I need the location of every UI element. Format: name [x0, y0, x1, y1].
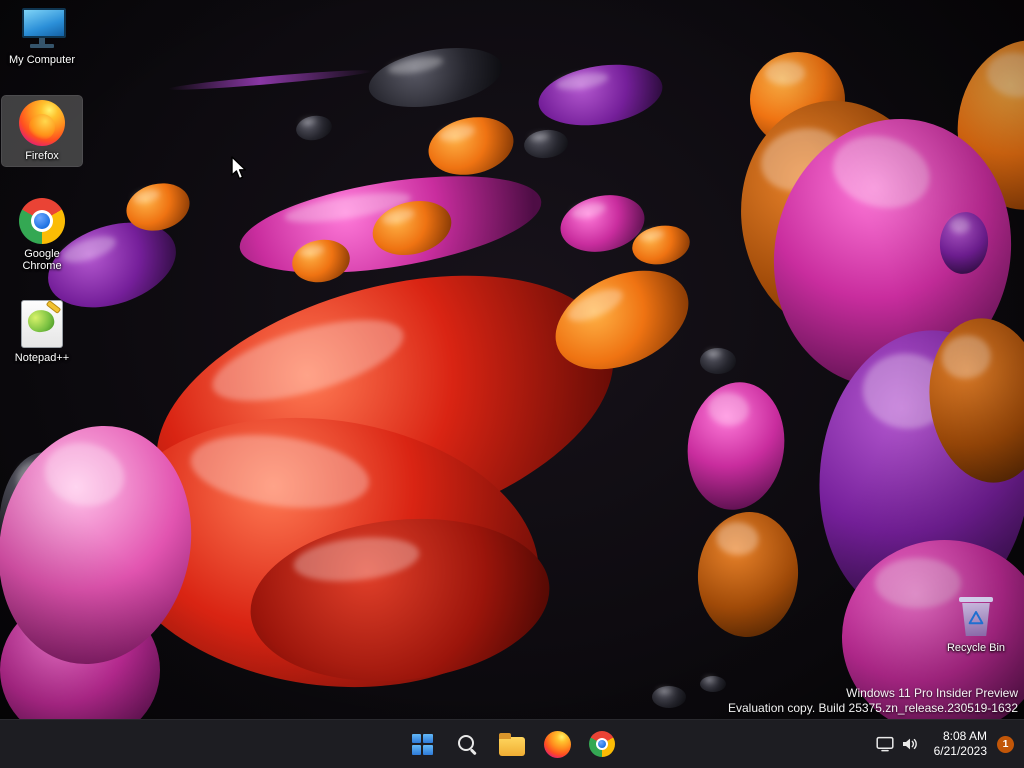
start-square [411, 745, 421, 755]
file-explorer-button[interactable] [492, 724, 532, 764]
wallpaper-blob [700, 676, 726, 692]
notepadpp-icon [21, 300, 63, 348]
start-square [423, 745, 433, 755]
desktop-icon-label: Notepad++ [14, 352, 70, 364]
desktop-icon-label: Google Chrome [22, 248, 62, 272]
chrome-icon-ring [30, 209, 54, 233]
speaker-icon [902, 738, 917, 750]
taskbar: 8:08 AM 6/21/2023 1 [0, 719, 1024, 768]
clock[interactable]: 8:08 AM 6/21/2023 [926, 729, 995, 759]
firefox-icon [19, 100, 65, 146]
wallpaper-blob [534, 56, 667, 134]
start-square [423, 733, 433, 743]
start-square [411, 733, 421, 743]
windows-desktop: My Computer Firefox Google Chrome Notepa… [0, 0, 1024, 768]
taskbar-firefox-button[interactable] [537, 724, 577, 764]
taskbar-chrome-button[interactable] [582, 724, 622, 764]
recycle-arrows-icon [968, 611, 984, 625]
computer-icon [19, 8, 66, 50]
evaluation-watermark: Windows 11 Pro Insider Preview Evaluatio… [728, 686, 1018, 716]
wallpaper-blob [693, 508, 803, 641]
folder-icon [499, 732, 525, 756]
desktop-icon-label: Recycle Bin [946, 642, 1006, 654]
desktop-icon-google-chrome[interactable]: Google Chrome [2, 194, 82, 276]
desktop-icon-firefox[interactable]: Firefox [1, 95, 83, 167]
wallpaper-blob [423, 109, 519, 183]
watermark-line2: Evaluation copy. Build 25375.zn_release.… [728, 701, 1018, 715]
chrome-icon-center [597, 739, 607, 749]
notification-badge[interactable]: 1 [997, 735, 1014, 753]
wallpaper-blob [522, 127, 570, 161]
wallpaper-blob [364, 38, 507, 117]
taskbar-center-group [402, 724, 622, 764]
computer-screen [22, 8, 66, 38]
display-icon [876, 736, 894, 752]
tray-status-area[interactable] [869, 725, 926, 763]
desktop-icon-recycle-bin[interactable]: Recycle Bin [938, 592, 1014, 654]
desktop-icon-notepadpp[interactable]: Notepad++ [2, 296, 82, 368]
start-button[interactable] [402, 724, 442, 764]
chrome-icon [19, 198, 65, 244]
desktop-icon-my-computer[interactable]: My Computer [2, 4, 82, 70]
wallpaper-blob [679, 375, 793, 517]
wallpaper-blob [168, 67, 373, 93]
clock-time: 8:08 AM [942, 729, 987, 743]
search-button[interactable] [447, 724, 487, 764]
wallpaper [0, 0, 1024, 768]
wallpaper-blob [652, 686, 686, 708]
firefox-icon [543, 730, 571, 758]
chrome-icon-ring [595, 737, 609, 751]
windows-start-icon [411, 733, 433, 755]
recycle-bin-icon [956, 592, 996, 638]
recycle-bin-lid [959, 597, 993, 602]
computer-base [30, 44, 54, 48]
wallpaper-blob [294, 113, 334, 143]
desktop-icon-label: My Computer [8, 54, 76, 66]
chrome-icon [589, 731, 615, 757]
system-tray: 8:08 AM 6/21/2023 1 [869, 720, 1020, 768]
search-icon [456, 733, 478, 755]
wallpaper-blob [700, 348, 736, 374]
desktop-icon-label: Firefox [25, 150, 59, 162]
watermark-line1: Windows 11 Pro Insider Preview [846, 686, 1018, 700]
chrome-icon-center [34, 213, 50, 229]
clock-date: 6/21/2023 [933, 744, 987, 758]
